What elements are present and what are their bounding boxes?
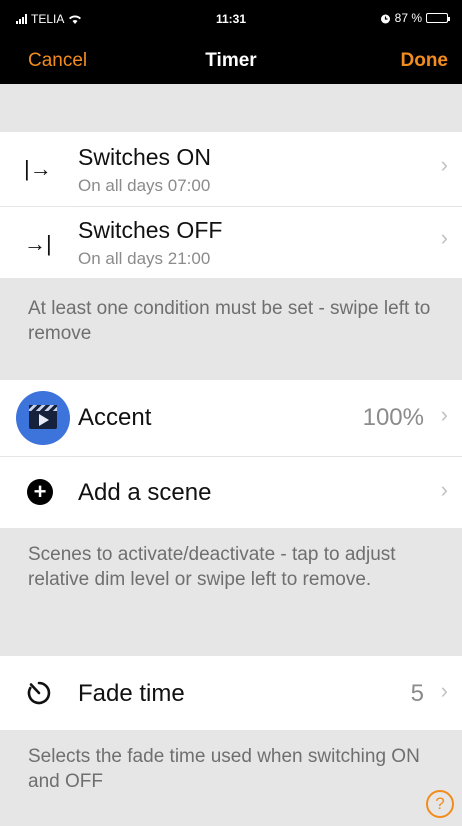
switches-off-title: Switches OFF: [78, 217, 223, 243]
chevron-right-icon: ›: [440, 477, 448, 502]
scene-clapperboard-icon: [16, 391, 70, 445]
fade-time-row[interactable]: Fade time 5 ›: [0, 656, 462, 730]
switch-on-icon: |→: [24, 156, 52, 181]
switches-off-row[interactable]: →| Switches OFF On all days 21:00 ›: [0, 207, 462, 278]
scene-row-accent[interactable]: Accent 100% ›: [0, 380, 462, 456]
add-scene-label: Add a scene: [78, 479, 212, 506]
scene-level-value: 100%: [362, 404, 424, 431]
scene-label: Accent: [78, 404, 152, 431]
switches-on-row[interactable]: |→ Switches ON On all days 07:00 ›: [0, 132, 462, 206]
battery-percent: 87 %: [394, 11, 422, 25]
add-circle-icon: +: [27, 479, 53, 505]
switch-off-icon: →|: [24, 231, 52, 256]
alarm-icon: [380, 14, 390, 23]
scenes-note: Scenes to activate/deactivate - tap to a…: [28, 544, 396, 590]
nav-bar: Cancel Timer Done: [0, 38, 462, 84]
status-bar: TELIA 11:31 87 %: [0, 0, 462, 38]
help-button[interactable]: ?: [426, 790, 454, 818]
conditions-note: At least one condition must be set - swi…: [28, 298, 431, 344]
add-scene-row[interactable]: + Add a scene ›: [0, 457, 462, 528]
status-right: 87 %: [380, 11, 450, 25]
fade-time-note: Selects the fade time used when switchin…: [28, 746, 420, 792]
chevron-right-icon: ›: [440, 678, 448, 703]
switches-on-subtitle: On all days 07:00: [78, 176, 211, 195]
fade-time-label: Fade time: [78, 680, 185, 707]
switches-off-subtitle: On all days 21:00: [78, 249, 211, 268]
page-title: Timer: [205, 50, 257, 71]
chevron-right-icon: ›: [440, 402, 448, 427]
switches-on-title: Switches ON: [78, 144, 211, 170]
chevron-right-icon: ›: [440, 225, 448, 250]
done-button[interactable]: Done: [401, 50, 449, 72]
battery-icon: [426, 13, 450, 23]
chevron-right-icon: ›: [440, 152, 448, 177]
fade-time-value: 5: [410, 680, 424, 707]
timer-icon: [27, 681, 51, 705]
